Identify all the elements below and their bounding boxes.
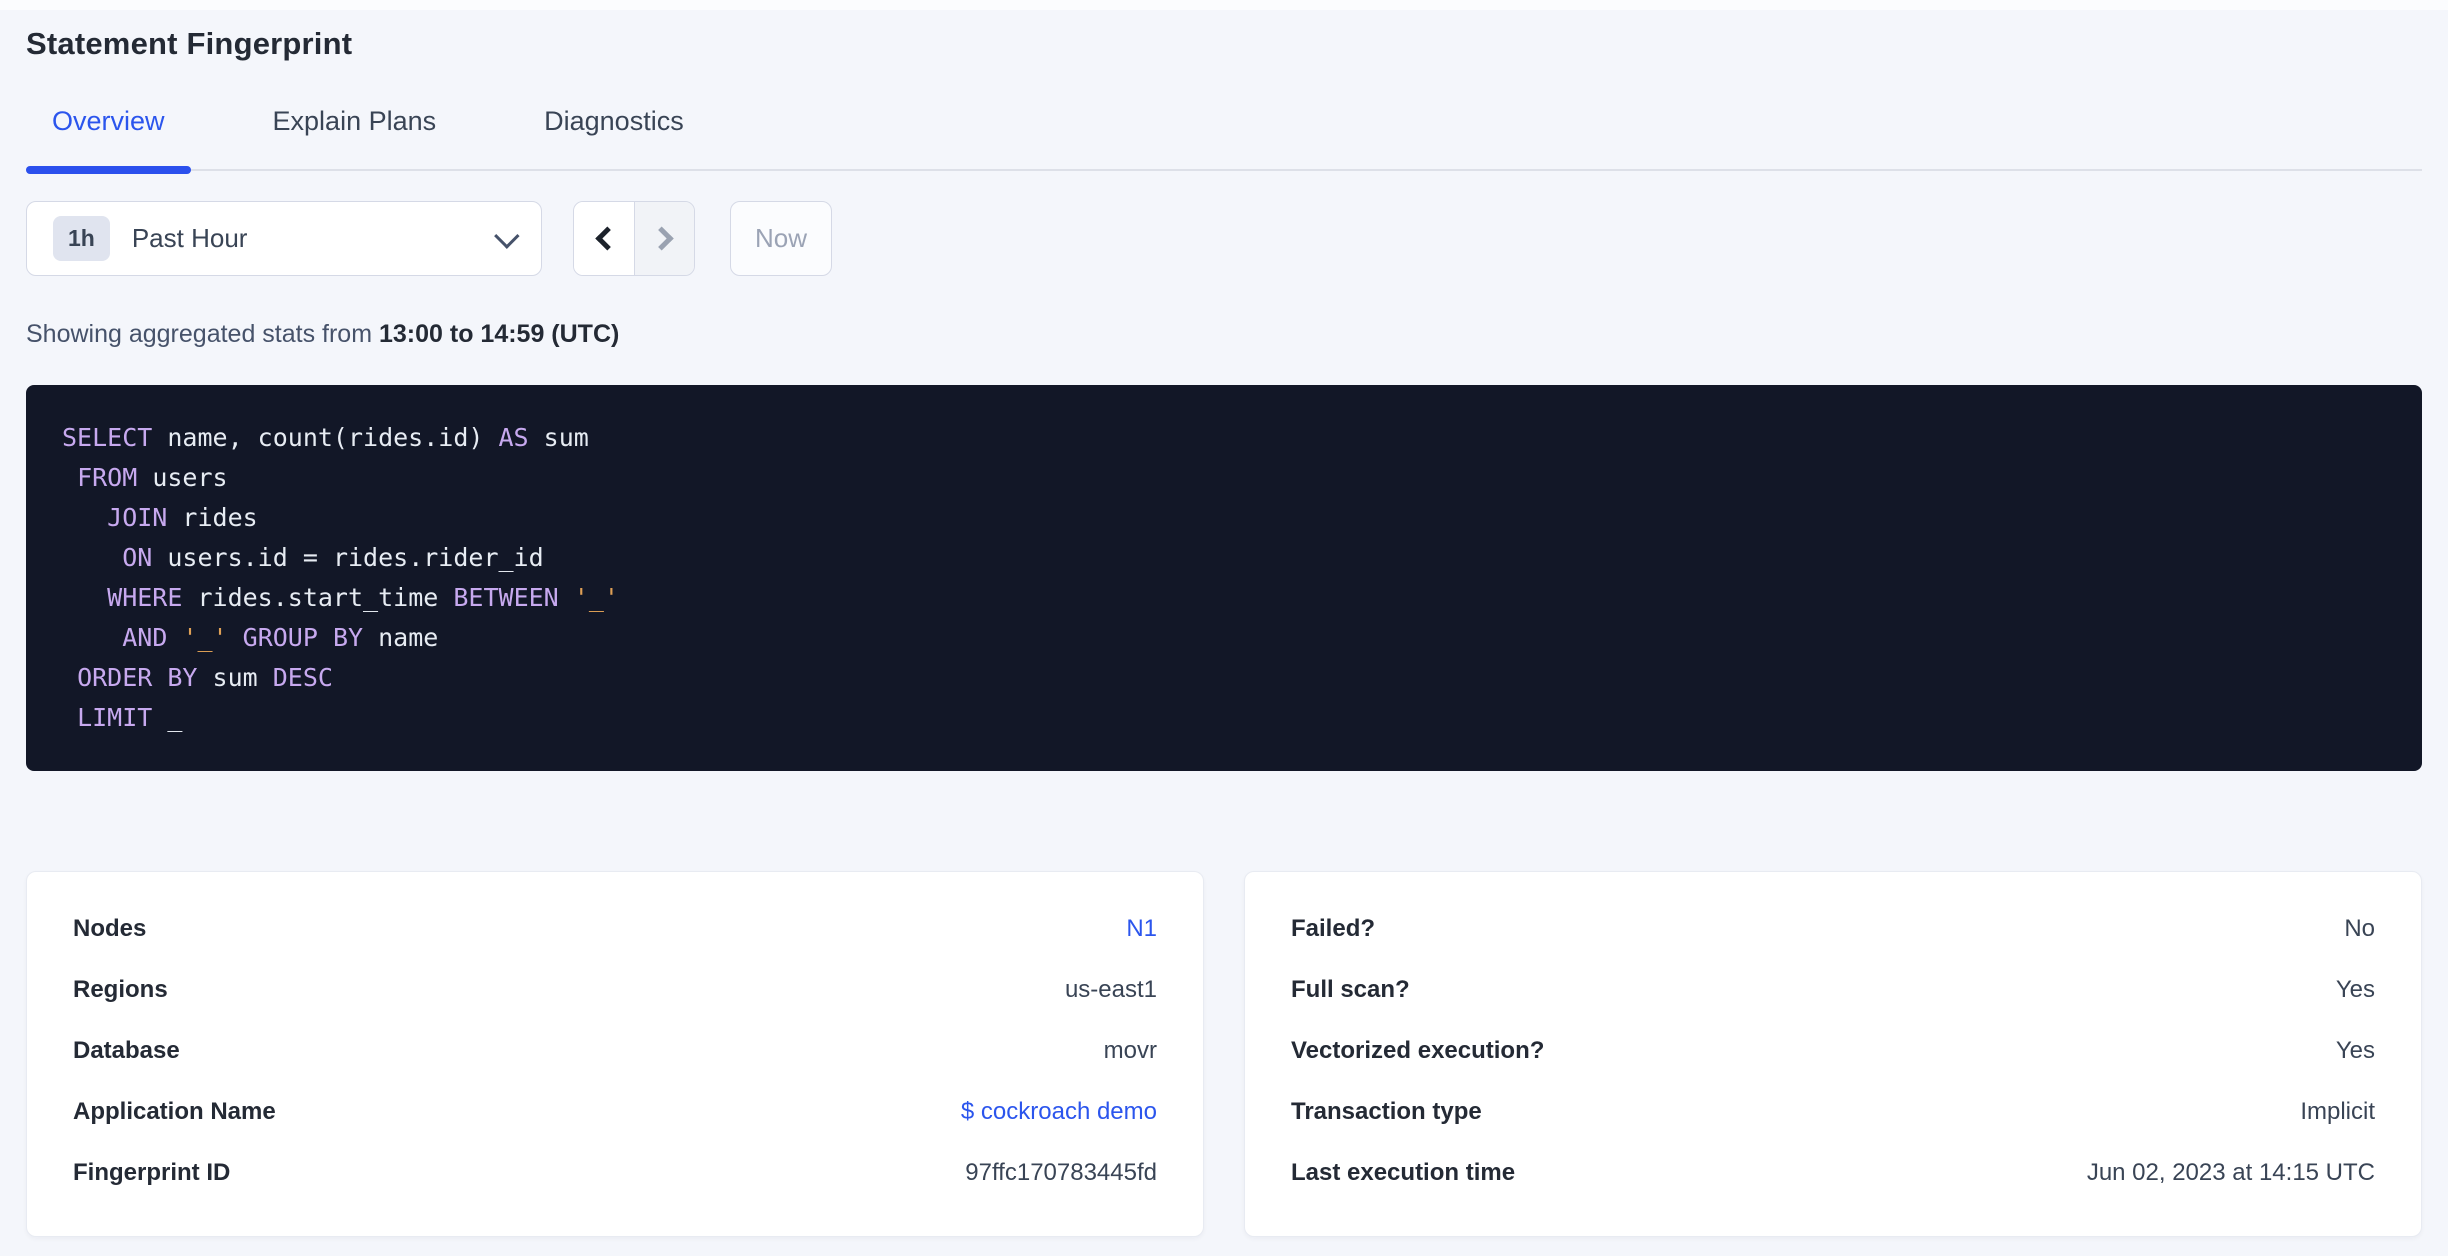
card-left: Nodes N1 Regions us-east1 Database movr Applic…	[26, 871, 1204, 1237]
row-label: Application Name	[73, 1097, 276, 1125]
row-value: No	[2344, 914, 2375, 942]
sql-keyword: AND	[122, 623, 168, 652]
sql-keyword: WHERE	[107, 583, 183, 612]
sql-text: users	[137, 463, 228, 492]
sql-keyword: AS	[498, 423, 529, 452]
sql-line: ORDER BY sum DESC	[62, 658, 2386, 698]
sql-keyword: BETWEEN	[453, 583, 559, 612]
chevron-left-icon	[594, 226, 619, 251]
card-right: Failed? No Full scan? Yes Vectorized executi…	[1244, 871, 2422, 1237]
now-button[interactable]: Now	[730, 201, 832, 276]
sql-line: FROM users	[62, 458, 2386, 498]
card-right-rows: Failed? No Full scan? Yes Vectorized executi…	[1291, 898, 2375, 1203]
sql-line: JOIN rides	[62, 498, 2386, 538]
sql-keyword: SELECT	[62, 423, 153, 452]
card-left-rows: Nodes N1 Regions us-east1 Database movr Applic…	[73, 898, 1157, 1203]
card-row: Full scan? Yes	[1291, 959, 2375, 1020]
chevron-right-icon	[649, 226, 674, 251]
row-value: us-east1	[1064, 975, 1157, 1003]
sql-line: ON users.id = rides.rider_id	[62, 538, 2386, 578]
card-row: Fingerprint ID 97ffc170783445fd	[73, 1142, 1157, 1203]
row-label: Regions	[73, 975, 168, 1003]
tab-overview[interactable]: Overview	[26, 106, 191, 174]
row-value-link[interactable]: N1	[1126, 915, 1157, 943]
row-label: Database	[73, 1036, 180, 1064]
time-range-dropdown[interactable]: 1h Past Hour	[26, 201, 542, 276]
sql-line: AND '_' GROUP BY name	[62, 618, 2386, 658]
card-row: Failed? No	[1291, 898, 2375, 959]
sql-text: sum	[197, 663, 273, 692]
sql-keyword: ORDER BY	[77, 663, 198, 692]
card-row: Transaction type Implicit	[1291, 1081, 2375, 1142]
tab-bar: Overview Explain Plans Diagnostics	[26, 106, 2422, 174]
sql-text: users.id = rides.rider_id	[152, 543, 544, 572]
row-value: Jun 02, 2023 at 14:15 UTC	[2086, 1158, 2375, 1186]
card-row: Vectorized execution? Yes	[1291, 1020, 2375, 1081]
row-label: Fingerprint ID	[73, 1158, 231, 1186]
sql-statement-box: SELECT name, count(rides.id) AS sum FROM…	[26, 385, 2422, 771]
previous-time-button[interactable]	[574, 202, 634, 275]
time-range-badge: 1h	[53, 216, 110, 261]
chevron-down-icon	[494, 222, 520, 249]
sql-keyword: JOIN	[107, 503, 168, 532]
sql-text: sum	[528, 423, 589, 452]
row-value: movr	[1103, 1036, 1157, 1064]
tab-diagnostics[interactable]: Diagnostics	[518, 106, 710, 169]
card-row: Regions us-east1	[73, 959, 1157, 1020]
aggregated-stats-line: Showing aggregated stats from 13:00 to 1…	[26, 320, 2422, 349]
stats-line-range: 13:00 to 14:59 (UTC)	[378, 320, 620, 348]
sql-string: '_'	[182, 623, 228, 652]
row-value-link[interactable]: $ cockroach demo	[961, 1098, 1157, 1126]
card-row: Last execution time Jun 02, 2023 at 14:15…	[1291, 1142, 2375, 1203]
statement-fingerprint-page: Statement Fingerprint Overview Explain P…	[0, 10, 2448, 1237]
card-row: Nodes N1	[73, 898, 1157, 959]
sql-text: rides	[167, 503, 258, 532]
row-value: Yes	[2335, 975, 2375, 1003]
sql-line: LIMIT _	[62, 698, 2386, 738]
page-title: Statement Fingerprint	[26, 26, 353, 61]
top-strip	[0, 0, 2448, 10]
row-label: Failed?	[1291, 914, 1376, 942]
tab-explain-plans[interactable]: Explain Plans	[247, 106, 463, 169]
card-row: Database movr	[73, 1020, 1157, 1081]
sql-statement: SELECT name, count(rides.id) AS sum FROM…	[62, 418, 2386, 738]
row-label: Nodes	[73, 914, 147, 942]
sql-text: rides.start_time	[182, 583, 454, 612]
sql-keyword: FROM	[77, 463, 138, 492]
row-label: Last execution time	[1291, 1158, 1516, 1186]
sql-keyword: GROUP BY	[242, 623, 364, 652]
sql-keyword: LIMIT	[77, 703, 153, 732]
time-controls: 1h Past Hour Now	[26, 201, 2422, 276]
card-row: Application Name $ cockroach demo	[73, 1081, 1157, 1142]
row-label: Full scan?	[1291, 975, 1410, 1003]
row-label: Transaction type	[1291, 1097, 1482, 1125]
row-value: 97ffc170783445fd	[965, 1158, 1157, 1186]
row-label: Vectorized execution?	[1291, 1036, 1545, 1064]
sql-text: name	[363, 623, 439, 652]
sql-line: WHERE rides.start_time BETWEEN '_'	[62, 578, 2386, 618]
stats-line-prefix: Showing aggregated stats from	[26, 320, 379, 348]
next-time-button[interactable]	[634, 202, 694, 275]
detail-cards: Nodes N1 Regions us-east1 Database movr Applic…	[26, 871, 2422, 1237]
sql-line: SELECT name, count(rides.id) AS sum	[62, 418, 2386, 458]
sql-text: _	[152, 703, 183, 732]
sql-keyword: DESC	[272, 663, 333, 692]
sql-text: name, count(rides.id)	[152, 423, 499, 452]
row-value: Yes	[2335, 1036, 2375, 1064]
sql-keyword: ON	[122, 543, 153, 572]
sql-string: '_'	[573, 583, 619, 612]
row-value: Implicit	[2300, 1097, 2375, 1125]
time-range-label: Past Hour	[131, 223, 248, 253]
time-pager	[573, 201, 695, 276]
